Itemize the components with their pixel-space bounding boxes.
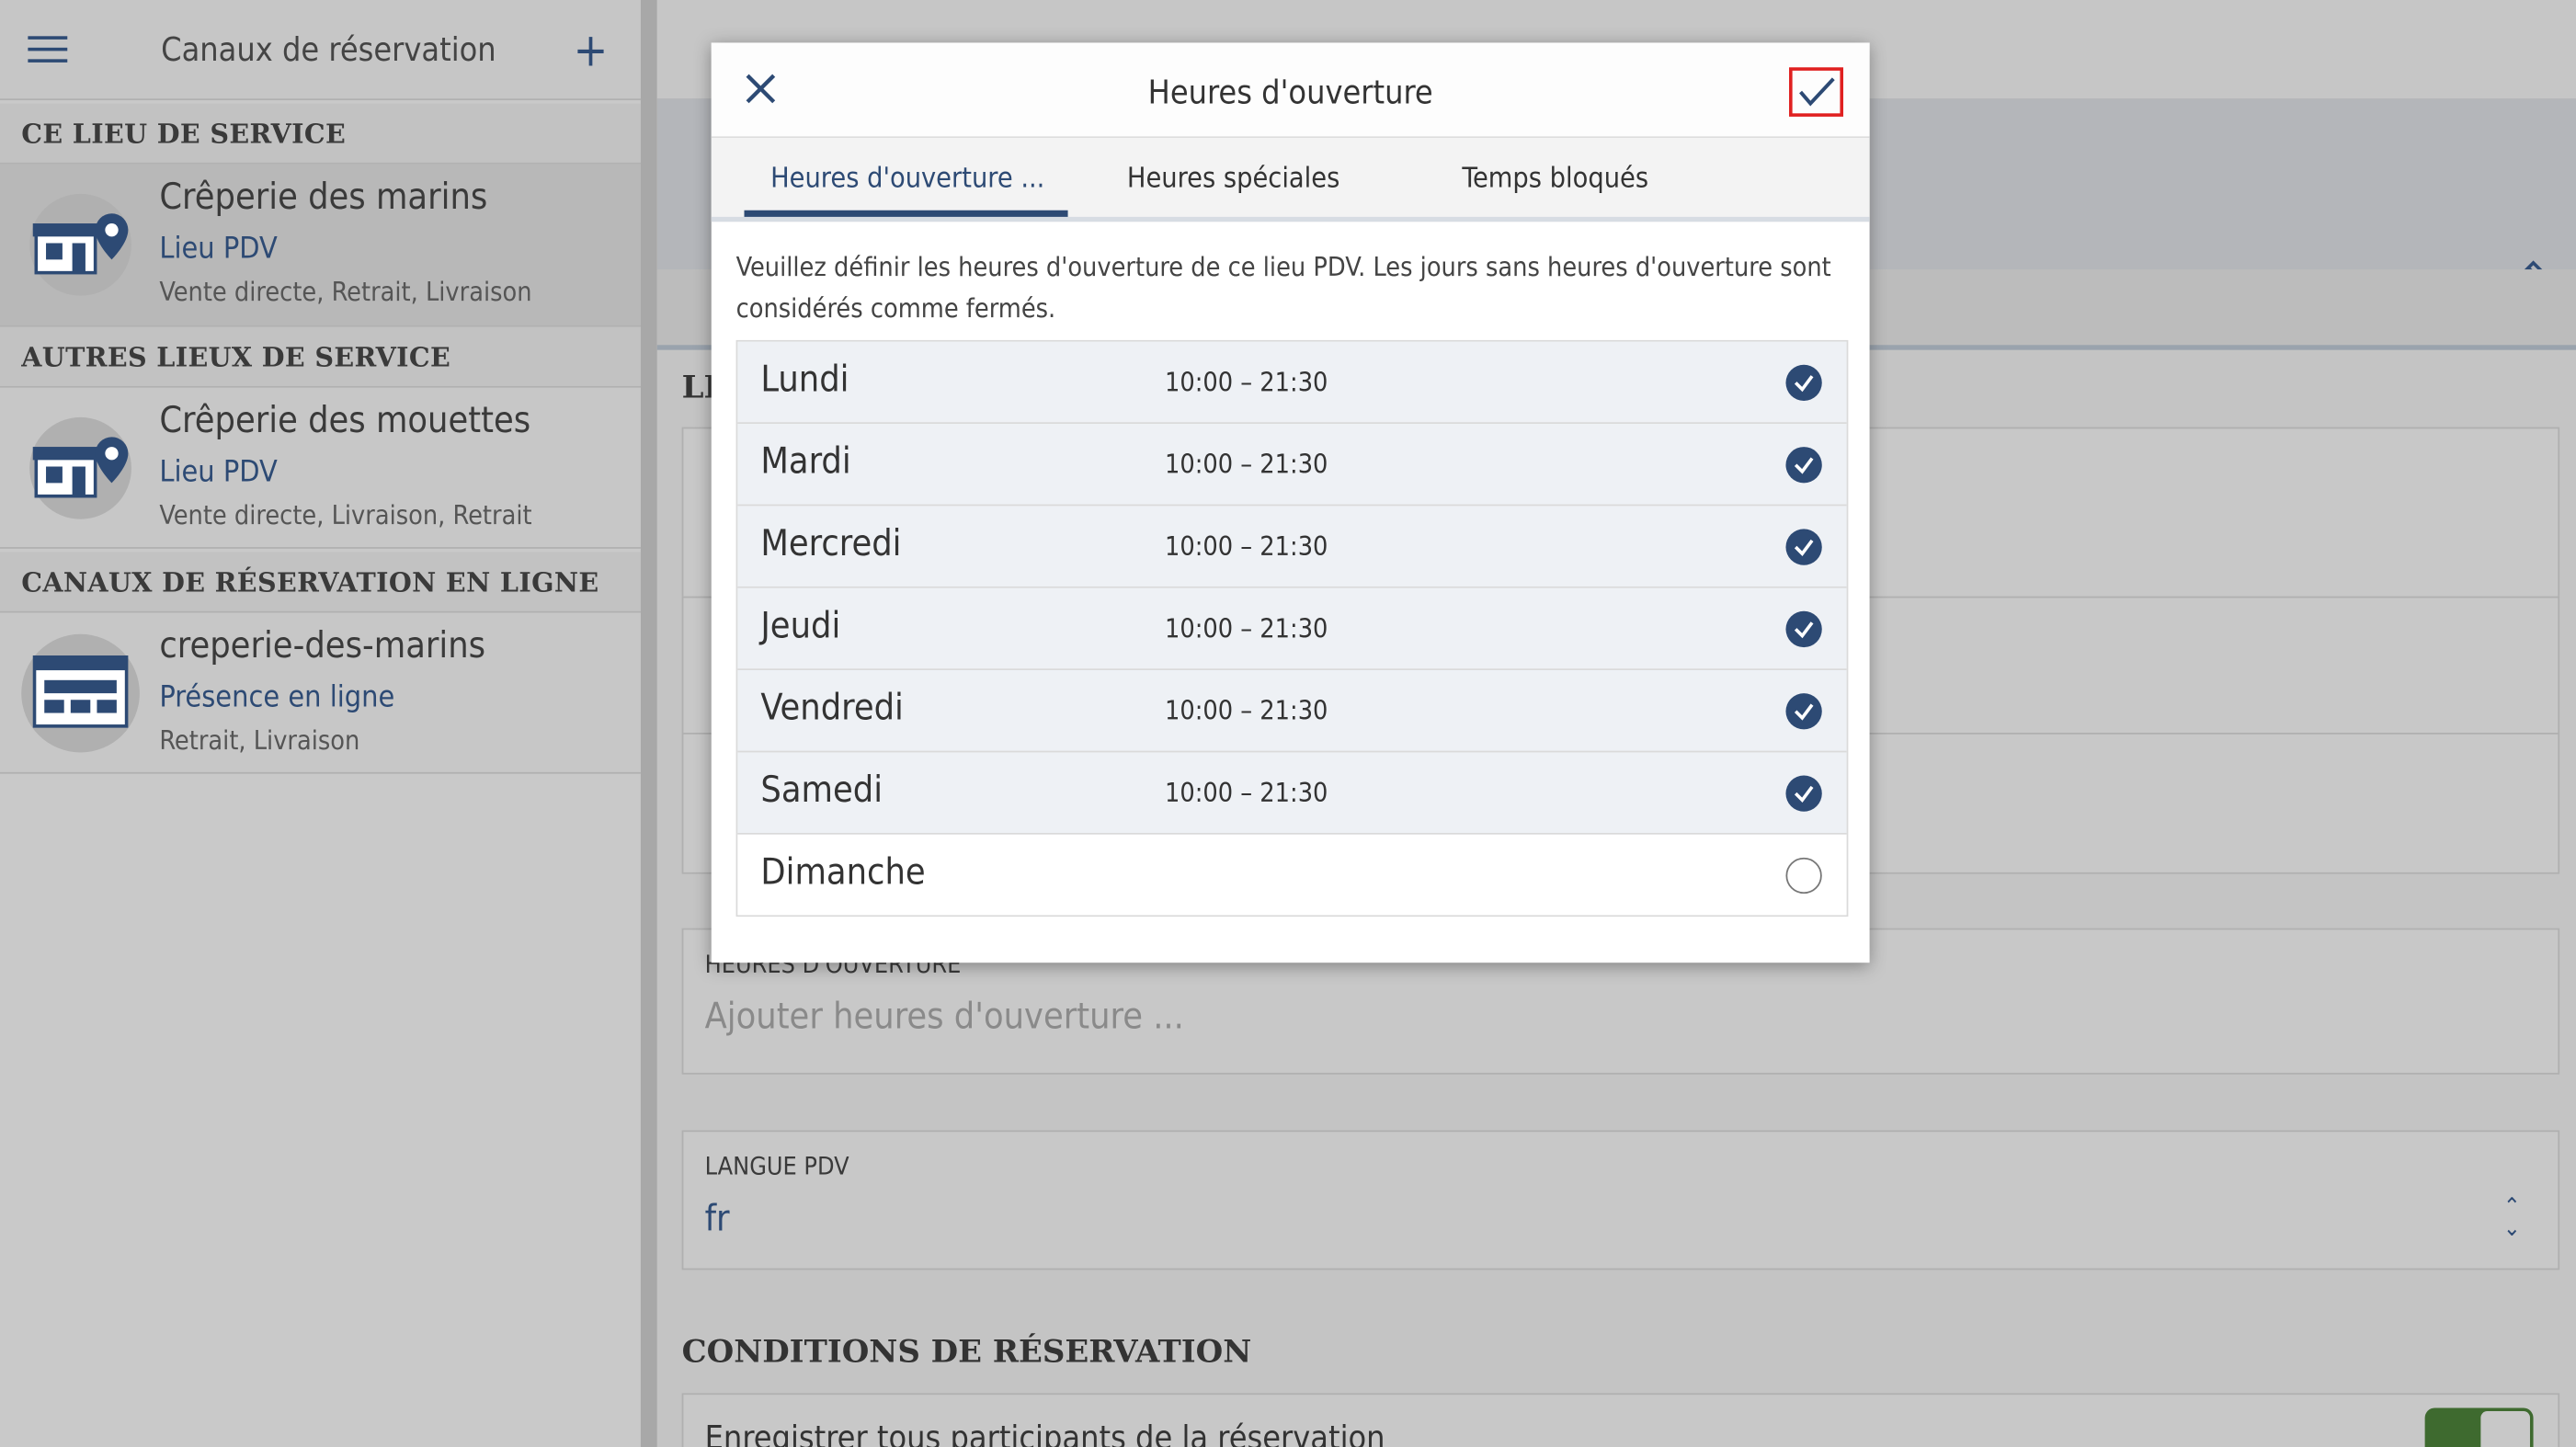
store-location-icon	[29, 193, 131, 296]
day-row-dimanche[interactable]: Dimanche	[737, 834, 1847, 916]
language-value: fr	[704, 1199, 730, 1241]
add-channel-icon[interactable]: +	[574, 23, 609, 77]
dialog-tabs: Heures d'ouverture ... Heures spéciales …	[711, 138, 1870, 222]
day-row-samedi[interactable]: Samedi 10:00 – 21:30	[737, 752, 1847, 835]
item-name: Crêperie des marins	[159, 177, 488, 219]
item-type: Lieu PDV	[159, 454, 278, 490]
weekday-list: Lundi 10:00 – 21:30 Mardi 10:00 – 21:30 …	[735, 339, 1849, 917]
booking-option-label: Enregistrer tous participants de la rése…	[704, 1418, 1385, 1447]
day-checked-icon[interactable]	[1785, 693, 1822, 730]
day-hours: 10:00 – 21:30	[1164, 777, 1328, 809]
active-tab-indicator	[744, 210, 1068, 217]
dialog-header: Heures d'ouverture	[711, 42, 1870, 139]
field-label: LANGUE PDV	[704, 1151, 849, 1181]
web-presence-icon	[21, 633, 140, 753]
tab-blocked-times[interactable]: Temps bloqués	[1462, 163, 1648, 196]
day-hours: 10:00 – 21:30	[1164, 612, 1328, 644]
hamburger-menu-icon[interactable]	[28, 36, 68, 65]
sidebar-item-creperie-des-marins-online[interactable]: creperie-des-marins Présence en ligne Re…	[0, 612, 641, 774]
section-other-locations: AUTRES LIEUX DE SERVICE	[0, 326, 641, 388]
day-checked-icon[interactable]	[1785, 610, 1822, 648]
item-services: Retrait, Livraison	[159, 724, 360, 757]
day-name: Vendredi	[760, 688, 904, 730]
day-name: Lundi	[760, 359, 849, 402]
day-hours: 10:00 – 21:30	[1164, 366, 1328, 398]
section-online-channels: CANAUX DE RÉSERVATION EN LIGNE	[0, 552, 641, 613]
item-type: Présence en ligne	[159, 679, 395, 715]
sidebar-item-creperie-des-mouettes[interactable]: Crêperie des mouettes Lieu PDV Vente dir…	[0, 387, 641, 549]
sidebar-title: Canaux de réservation	[161, 29, 496, 70]
item-type: Lieu PDV	[159, 231, 278, 267]
checkmark-icon	[1799, 77, 1835, 107]
language-field[interactable]: LANGUE PDV fr ⌃ ⌄	[681, 1130, 2560, 1270]
item-name: creperie-des-marins	[159, 625, 486, 667]
sidebar: Canaux de réservation + CE LIEU DE SERVI…	[0, 0, 641, 1447]
day-row-mercredi[interactable]: Mercredi 10:00 – 21:30	[737, 506, 1847, 588]
tab-special-hours[interactable]: Heures spéciales	[1127, 163, 1339, 196]
day-checked-icon[interactable]	[1785, 447, 1822, 484]
opening-hours-dialog: Heures d'ouverture Heures d'ouverture ..…	[711, 42, 1870, 963]
dialog-description: Veuillez définir les heures d'ouverture …	[735, 251, 1831, 325]
day-name: Mardi	[760, 441, 851, 484]
day-hours: 10:00 – 21:30	[1164, 530, 1328, 563]
section-this-location: CE LIEU DE SERVICE	[0, 103, 641, 165]
sidebar-header: Canaux de réservation +	[0, 0, 641, 101]
item-services: Vente directe, Retrait, Livraison	[159, 276, 532, 308]
booking-conditions-heading: CONDITIONS DE RÉSERVATION	[681, 1334, 1252, 1371]
day-row-lundi[interactable]: Lundi 10:00 – 21:30	[737, 341, 1847, 425]
day-unchecked-icon[interactable]	[1785, 857, 1822, 894]
tab-opening-hours[interactable]: Heures d'ouverture ...	[770, 163, 1044, 196]
booking-option-toggle[interactable]	[2424, 1407, 2534, 1447]
day-checked-icon[interactable]	[1785, 775, 1822, 812]
dialog-title: Heures d'ouverture	[1147, 72, 1433, 112]
day-hours: 10:00 – 21:30	[1164, 694, 1328, 726]
language-stepper-icon[interactable]: ⌃ ⌄	[2499, 1196, 2525, 1248]
sidebar-item-creperie-des-marins[interactable]: Crêperie des marins Lieu PDV Vente direc…	[0, 164, 641, 327]
day-checked-icon[interactable]	[1785, 529, 1822, 565]
item-name: Crêperie des mouettes	[159, 401, 531, 442]
day-name: Samedi	[760, 770, 883, 812]
booking-option-row[interactable]: Enregistrer tous participants de la rése…	[681, 1393, 2560, 1447]
split-divider[interactable]	[640, 0, 657, 1447]
day-name: Mercredi	[760, 524, 902, 565]
opening-hours-placeholder: Ajouter heures d'ouverture ...	[704, 997, 1184, 1039]
day-row-vendredi[interactable]: Vendredi 10:00 – 21:30	[737, 670, 1847, 753]
section-heading: CANAUX DE RÉSERVATION EN LIGNE	[21, 566, 599, 598]
store-location-icon	[29, 416, 131, 519]
day-name: Dimanche	[760, 852, 926, 894]
day-hours: 10:00 – 21:30	[1164, 448, 1328, 480]
day-row-jeudi[interactable]: Jeudi 10:00 – 21:30	[737, 587, 1847, 671]
app-window: Canaux de réservation + CE LIEU DE SERVI…	[0, 0, 2576, 1447]
day-row-mardi[interactable]: Mardi 10:00 – 21:30	[737, 424, 1847, 507]
day-name: Jeudi	[760, 606, 841, 648]
section-heading: CE LIEU DE SERVICE	[21, 118, 347, 150]
section-heading: AUTRES LIEUX DE SERVICE	[21, 341, 451, 373]
confirm-button[interactable]	[1789, 67, 1844, 117]
day-checked-icon[interactable]	[1785, 364, 1822, 402]
item-services: Vente directe, Livraison, Retrait	[159, 499, 532, 531]
